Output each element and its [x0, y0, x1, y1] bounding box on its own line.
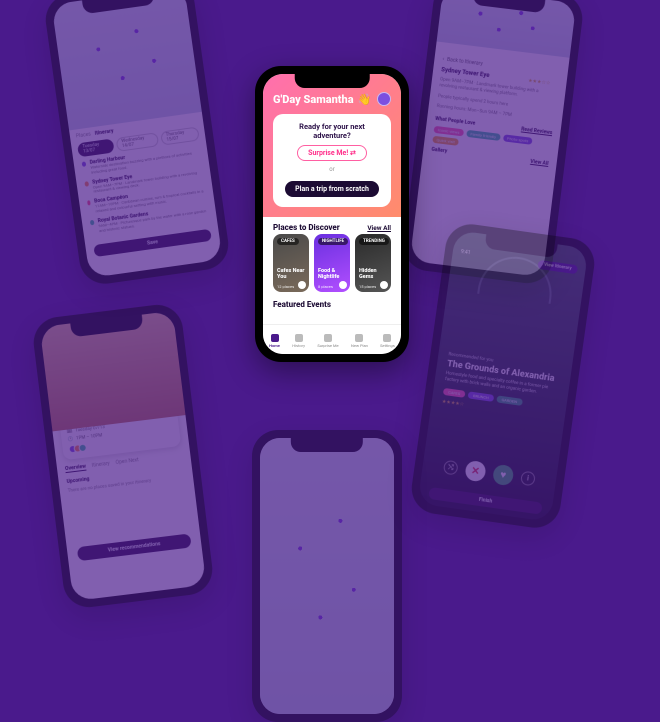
status-time: 9:41 — [460, 249, 470, 256]
discover-tile[interactable]: TRENDING Hidden Gems 15 places — [355, 234, 391, 292]
view-recommendations-button[interactable]: View recommendations — [77, 533, 192, 561]
discover-tile[interactable]: NIGHTLIFE Food & Nightlife 8 places — [314, 234, 350, 292]
hero-phone: G'Day Samantha👋 Ready for your next adve… — [255, 66, 409, 362]
tab-history[interactable]: History — [292, 334, 305, 348]
reject-button[interactable]: ✕ — [464, 460, 487, 483]
bg-phone-extra — [252, 430, 402, 722]
add-icon[interactable] — [380, 281, 388, 289]
tab-newplan[interactable]: New Plan — [351, 334, 368, 348]
info-icon[interactable]: i — [520, 471, 536, 487]
tab-home[interactable]: Home — [269, 334, 280, 348]
map-preview — [51, 0, 201, 130]
add-icon[interactable] — [339, 281, 347, 289]
read-reviews-link[interactable]: Read Reviews — [521, 127, 553, 137]
add-icon[interactable] — [298, 281, 306, 289]
bg-phone-itinerary: Places Itinerary Tuesday 13/07 Wednesday… — [42, 0, 231, 287]
like-button[interactable]: ♥ — [492, 464, 515, 487]
shuffle-icon[interactable]: ⤭ — [443, 460, 459, 476]
discover-heading: Places to Discover — [273, 223, 340, 232]
clock-icon: 🕐 — [67, 437, 73, 443]
view-all-link[interactable]: View All — [367, 224, 391, 232]
discover-tile[interactable]: CAFES Cafes Near You 12 places — [273, 234, 309, 292]
bg-phone-sanfran: A Day in San Fran 🌉🍔 ✎ 🗓Tuesday 07/13 🕐1… — [31, 302, 215, 610]
tab-surprise[interactable]: Surprise Me — [317, 334, 338, 348]
greeting: G'Day Samantha👋 — [273, 93, 371, 106]
tab-bar: Home History Surprise Me New Plan Settin… — [263, 324, 401, 354]
calendar-icon: 🗓 — [66, 429, 72, 435]
tab-settings[interactable]: Settings — [380, 334, 395, 348]
plan-from-scratch-button[interactable]: Plan a trip from scratch — [285, 181, 379, 197]
featured-heading: Featured Events — [273, 300, 331, 309]
wave-icon: 👋 — [358, 93, 372, 106]
discover-tiles: CAFES Cafes Near You 12 places NIGHTLIFE… — [263, 234, 401, 292]
surprise-me-button[interactable]: Surprise Me! ⇄ — [297, 145, 367, 161]
avatar[interactable] — [377, 92, 391, 106]
prompt-text: Ready for your next adventure? — [281, 122, 383, 140]
